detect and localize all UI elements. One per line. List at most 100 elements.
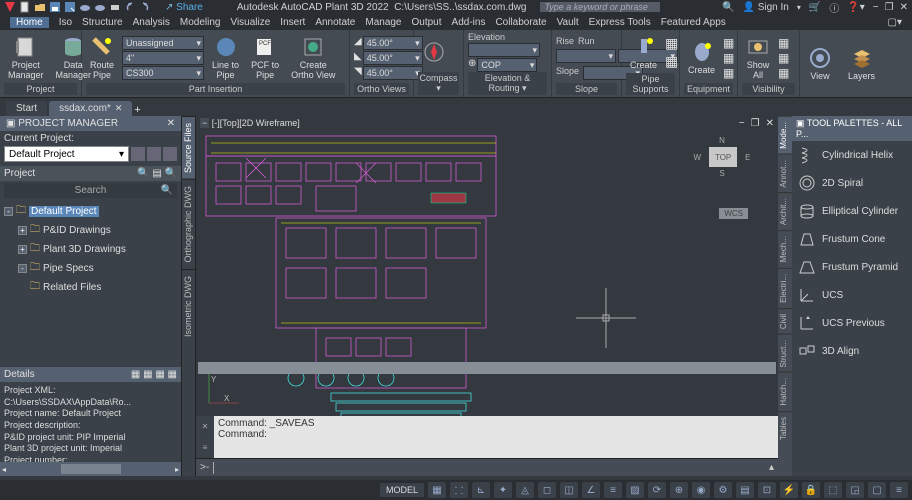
ptab-elec[interactable]: Electri... <box>778 268 792 308</box>
show-all-button[interactable]: Show All <box>742 33 774 83</box>
new-tab-button[interactable]: + <box>134 104 140 116</box>
vp-min-icon[interactable]: − <box>739 118 745 129</box>
status-ortho[interactable]: ⊾ <box>472 482 490 498</box>
open-icon[interactable] <box>34 1 46 13</box>
tab-modeling[interactable]: Modeling <box>180 17 221 28</box>
close-tab-icon[interactable]: ✕ <box>115 103 123 114</box>
tab-visualize[interactable]: Visualize <box>230 17 270 28</box>
tab-structure[interactable]: Structure <box>82 17 123 28</box>
pm-toolbar-btn3[interactable] <box>163 147 177 161</box>
details-btn2[interactable]: ▦ <box>143 369 152 380</box>
view-button[interactable]: View <box>804 44 836 84</box>
vis-sub1-icon[interactable]: ▦ <box>778 36 789 50</box>
tool-ucs-previous[interactable]: UCS Previous <box>792 309 912 337</box>
create-ortho-button[interactable]: Create Ortho View <box>287 33 339 83</box>
viewcube-top[interactable]: TOP <box>709 147 737 167</box>
search-icon[interactable]: 🔍 <box>722 2 734 13</box>
status-cycle[interactable]: ⟳ <box>648 482 666 498</box>
tool-frustum-pyramid[interactable]: Frustum Pyramid <box>792 253 912 281</box>
app-menu-icon[interactable] <box>4 1 16 13</box>
command-input[interactable]: >-▴ <box>196 458 778 476</box>
close-button[interactable]: ✕ <box>900 2 908 13</box>
ptab-struct[interactable]: Struct... <box>778 334 792 373</box>
tree-node-root[interactable]: -🗀Default Project <box>4 202 177 221</box>
tab-iso[interactable]: Iso <box>59 17 72 28</box>
pcf-to-pipe-button[interactable]: PCFPCF to Pipe <box>247 33 283 83</box>
undo-icon[interactable] <box>124 1 136 13</box>
ptab-tables[interactable]: Tables <box>778 411 792 445</box>
pm-hscroll[interactable]: ◂▸ <box>0 462 181 476</box>
status-lwt[interactable]: ≡ <box>604 482 622 498</box>
cop-dropdown[interactable]: COP <box>477 58 537 72</box>
viewcube[interactable]: N WTOPE S <box>692 136 752 196</box>
vtab-ortho-dwg[interactable]: Orthographic DWG <box>182 179 195 269</box>
status-hw[interactable]: ◲ <box>846 482 864 498</box>
ptab-annot[interactable]: Annot... <box>778 154 792 193</box>
status-vs[interactable]: ◉ <box>692 482 710 498</box>
drawing-viewport[interactable]: − [-][Top][2D Wireframe] −❐✕ <box>196 116 778 416</box>
status-grid[interactable]: ▦ <box>428 482 446 498</box>
pm-search-toggle[interactable]: 🔍 <box>165 168 177 179</box>
wcs-badge[interactable]: WCS <box>719 208 748 219</box>
tab-manage[interactable]: Manage <box>365 17 401 28</box>
pm-refresh-icon[interactable]: 🔍 <box>137 168 149 179</box>
share-button[interactable]: ↗ Share <box>165 2 203 13</box>
ptab-archit[interactable]: Archit... <box>778 192 792 230</box>
drawing-scrollbar[interactable] <box>198 362 776 374</box>
expander-icon[interactable]: + <box>18 245 27 254</box>
tab-collaborate[interactable]: Collaborate <box>495 17 546 28</box>
project-manager-button[interactable]: Project Manager <box>4 33 48 83</box>
vp-close-icon[interactable]: ✕ <box>766 118 774 129</box>
tool-3d-align[interactable]: 3D Align <box>792 337 912 365</box>
cmd-nav-icon[interactable]: ✕ <box>202 422 209 431</box>
ptab-modeling[interactable]: Mode... <box>778 116 792 154</box>
elevation-value[interactable] <box>468 43 540 57</box>
cmd-handle-icon[interactable]: ≡ <box>203 443 208 452</box>
cmd-up-icon[interactable]: ▴ <box>769 462 774 473</box>
status-isodraft[interactable]: ◬ <box>516 482 534 498</box>
route-pipe-button[interactable]: Route Pipe <box>86 33 118 83</box>
rise-input[interactable] <box>556 49 616 63</box>
tab-addins[interactable]: Add-ins <box>452 17 486 28</box>
expander-icon[interactable]: - <box>4 207 13 216</box>
save-icon[interactable] <box>49 1 61 13</box>
viewport-controls[interactable]: − [-][Top][2D Wireframe] <box>200 118 300 128</box>
plot-icon[interactable] <box>109 1 121 13</box>
support-sub2-icon[interactable]: ▦ <box>665 53 678 70</box>
line-to-pipe-button[interactable]: Line to Pipe <box>208 33 243 83</box>
status-polar[interactable]: ✦ <box>494 482 512 498</box>
tab-annotate[interactable]: Annotate <box>315 17 355 28</box>
restore-button[interactable]: ❐ <box>885 2 894 13</box>
equip-sub2-icon[interactable]: ▦ <box>723 51 734 65</box>
status-clean[interactable]: ▢ <box>868 482 886 498</box>
cloud-open-icon[interactable] <box>79 1 91 13</box>
equip-sub3-icon[interactable]: ▦ <box>723 66 734 80</box>
status-snap[interactable]: ⸬ <box>450 482 468 498</box>
search-input[interactable]: Type a keyword or phrase <box>540 2 660 12</box>
expander-icon[interactable]: - <box>18 264 27 273</box>
tab-featured[interactable]: Featured Apps <box>661 17 726 28</box>
help-icon[interactable]: ❓▾ <box>847 2 864 13</box>
vtab-iso-dwg[interactable]: Isometric DWG <box>182 269 195 343</box>
model-space-button[interactable]: MODEL <box>380 483 424 497</box>
status-lock[interactable]: 🔒 <box>802 482 820 498</box>
pm-toolbar-btn1[interactable] <box>131 147 145 161</box>
status-annomonitor[interactable]: ▤ <box>736 482 754 498</box>
redo-icon[interactable] <box>139 1 151 13</box>
status-quick[interactable]: ⚡ <box>780 482 798 498</box>
tree-node-plant3d[interactable]: +🗀Plant 3D Drawings <box>18 240 177 259</box>
status-dyn[interactable]: ⊕ <box>670 482 688 498</box>
tree-node-pid[interactable]: +🗀P&ID Drawings <box>18 221 177 240</box>
status-3dosnap[interactable]: ◫ <box>560 482 578 498</box>
tool-2d-spiral[interactable]: 2D Spiral <box>792 169 912 197</box>
assignment-dropdown[interactable]: Unassigned <box>122 36 204 50</box>
compass-button[interactable] <box>418 38 450 66</box>
tree-node-pipespecs[interactable]: -🗀Pipe Specs <box>18 259 177 278</box>
details-btn3[interactable]: ▦ <box>155 369 164 380</box>
status-custom[interactable]: ≡ <box>890 482 908 498</box>
vis-sub3-icon[interactable]: ▦ <box>778 66 789 80</box>
new-icon[interactable] <box>19 1 31 13</box>
status-otrack[interactable]: ∠ <box>582 482 600 498</box>
spec-dropdown[interactable]: CS300 <box>122 66 204 80</box>
size-dropdown[interactable]: 4" <box>122 51 204 65</box>
